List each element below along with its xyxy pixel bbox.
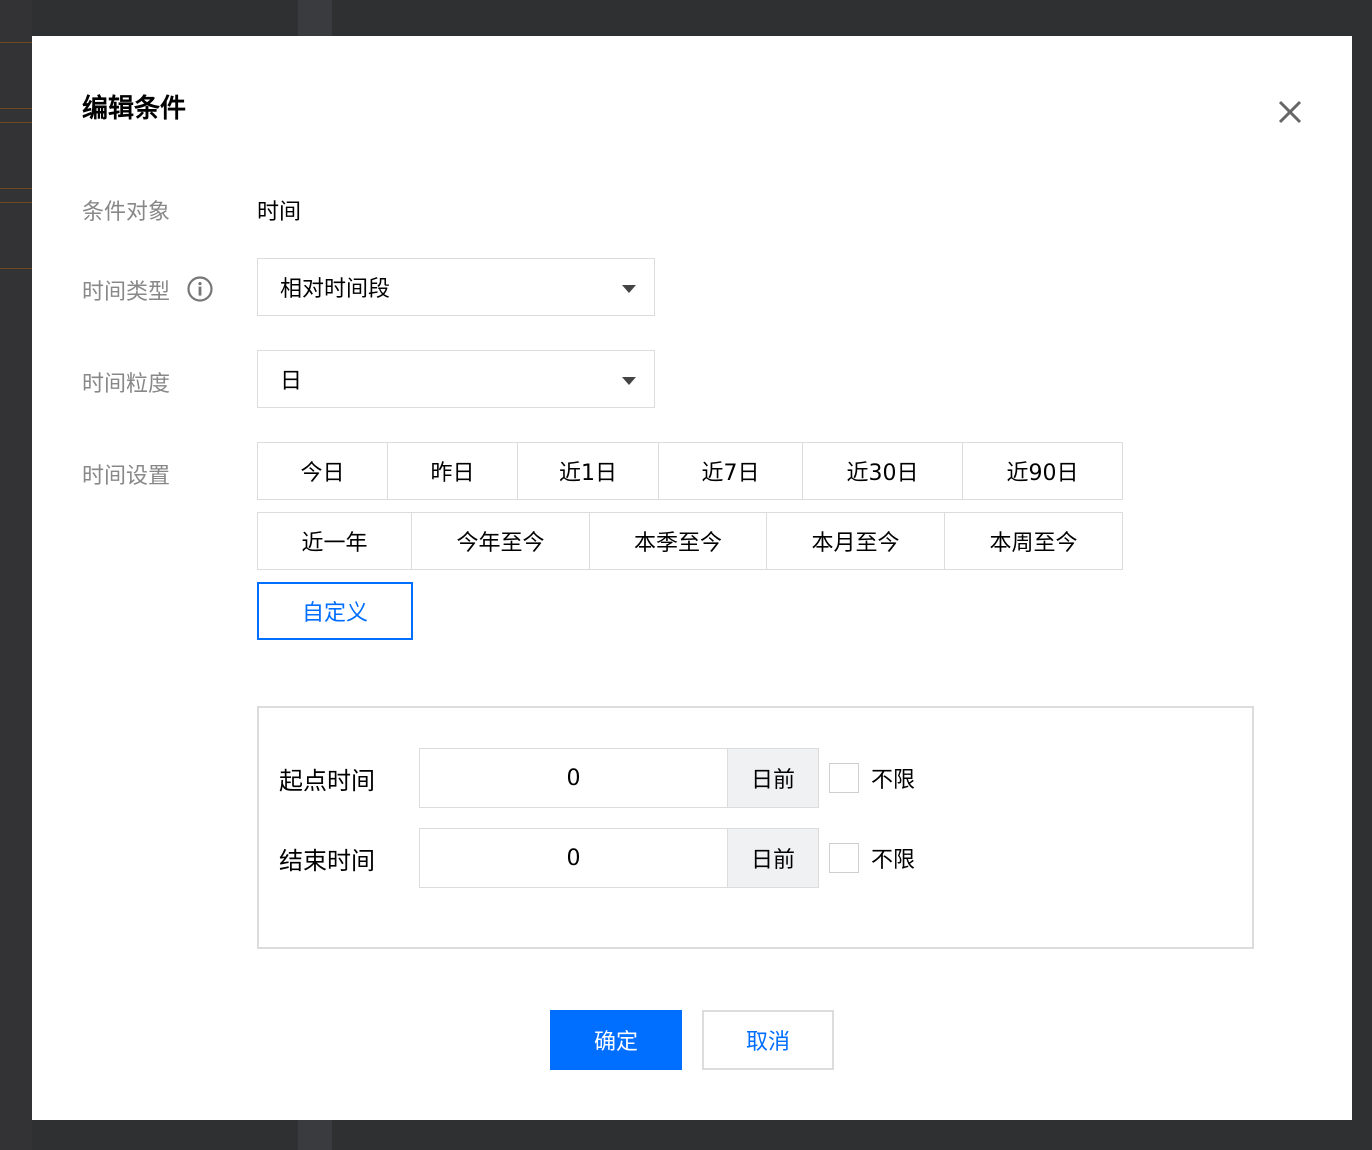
end-unlimited-checkbox[interactable]	[829, 843, 859, 873]
granularity-select[interactable]: 日	[257, 350, 655, 408]
background-divider	[0, 42, 32, 43]
background-divider	[0, 188, 32, 189]
chevron-down-icon	[622, 377, 636, 385]
cancel-button[interactable]: 取消	[702, 1010, 834, 1070]
quick-range-custom[interactable]: 自定义	[257, 582, 413, 640]
quick-range-last-year[interactable]: 近一年	[257, 512, 412, 570]
time-type-select[interactable]: 相对时间段	[257, 258, 655, 316]
quick-range-row-3: 自定义	[257, 582, 413, 640]
edit-condition-dialog: 编辑条件 条件对象 时间 时间类型 相对时间段 时间粒度 日 时间设置 今日 昨…	[32, 36, 1352, 1120]
quick-range-last-1-day[interactable]: 近1日	[517, 442, 659, 500]
quick-range-last-7-days[interactable]: 近7日	[658, 442, 803, 500]
start-time-input[interactable]	[419, 748, 728, 808]
background-divider	[0, 108, 32, 109]
start-unlimited-toggle[interactable]: 不限	[829, 762, 915, 794]
background-divider	[0, 268, 32, 269]
start-time-row: 起点时间 日前 不限	[279, 748, 915, 808]
close-icon	[1278, 100, 1302, 124]
chevron-down-icon	[622, 285, 636, 293]
end-time-unit: 日前	[728, 828, 819, 888]
condition-object-label: 条件对象	[82, 200, 171, 225]
quick-range-quarter-to-date[interactable]: 本季至今	[589, 512, 767, 570]
background-divider	[0, 202, 32, 203]
quick-range-last-90-days[interactable]: 近90日	[962, 442, 1123, 500]
background-divider	[0, 122, 32, 123]
custom-range-panel: 起点时间 日前 不限 结束时间 日前 不限	[257, 706, 1254, 949]
background-strip	[0, 0, 32, 1150]
time-type-selected: 相对时间段	[280, 277, 391, 302]
end-time-label: 结束时间	[279, 846, 375, 875]
start-unlimited-label: 不限	[871, 768, 916, 793]
confirm-button[interactable]: 确定	[550, 1010, 682, 1070]
time-type-label: 时间类型	[82, 280, 171, 305]
quick-range-row-1: 今日 昨日 近1日 近7日 近30日 近90日	[257, 442, 1123, 500]
time-setting-label: 时间设置	[82, 464, 171, 489]
quick-range-today[interactable]: 今日	[257, 442, 388, 500]
granularity-label: 时间粒度	[82, 372, 171, 397]
granularity-selected: 日	[280, 369, 303, 394]
start-unlimited-checkbox[interactable]	[829, 763, 859, 793]
end-unlimited-label: 不限	[871, 848, 916, 873]
quick-range-last-30-days[interactable]: 近30日	[802, 442, 963, 500]
info-icon[interactable]	[187, 276, 213, 302]
quick-range-yesterday[interactable]: 昨日	[387, 442, 518, 500]
quick-range-year-to-date[interactable]: 今年至今	[411, 512, 590, 570]
quick-range-week-to-date[interactable]: 本周至今	[944, 512, 1123, 570]
close-button[interactable]	[1272, 94, 1308, 130]
dialog-title: 编辑条件	[82, 94, 187, 124]
condition-object-value: 时间	[257, 200, 302, 225]
end-time-input[interactable]	[419, 828, 728, 888]
start-time-unit: 日前	[728, 748, 819, 808]
quick-range-month-to-date[interactable]: 本月至今	[766, 512, 945, 570]
end-unlimited-toggle[interactable]: 不限	[829, 842, 915, 874]
quick-range-row-2: 近一年 今年至今 本季至今 本月至今 本周至今	[257, 512, 1123, 570]
background-panel	[298, 0, 332, 36]
end-time-row: 结束时间 日前 不限	[279, 828, 915, 888]
background-panel	[298, 1120, 332, 1150]
start-time-label: 起点时间	[279, 766, 375, 795]
